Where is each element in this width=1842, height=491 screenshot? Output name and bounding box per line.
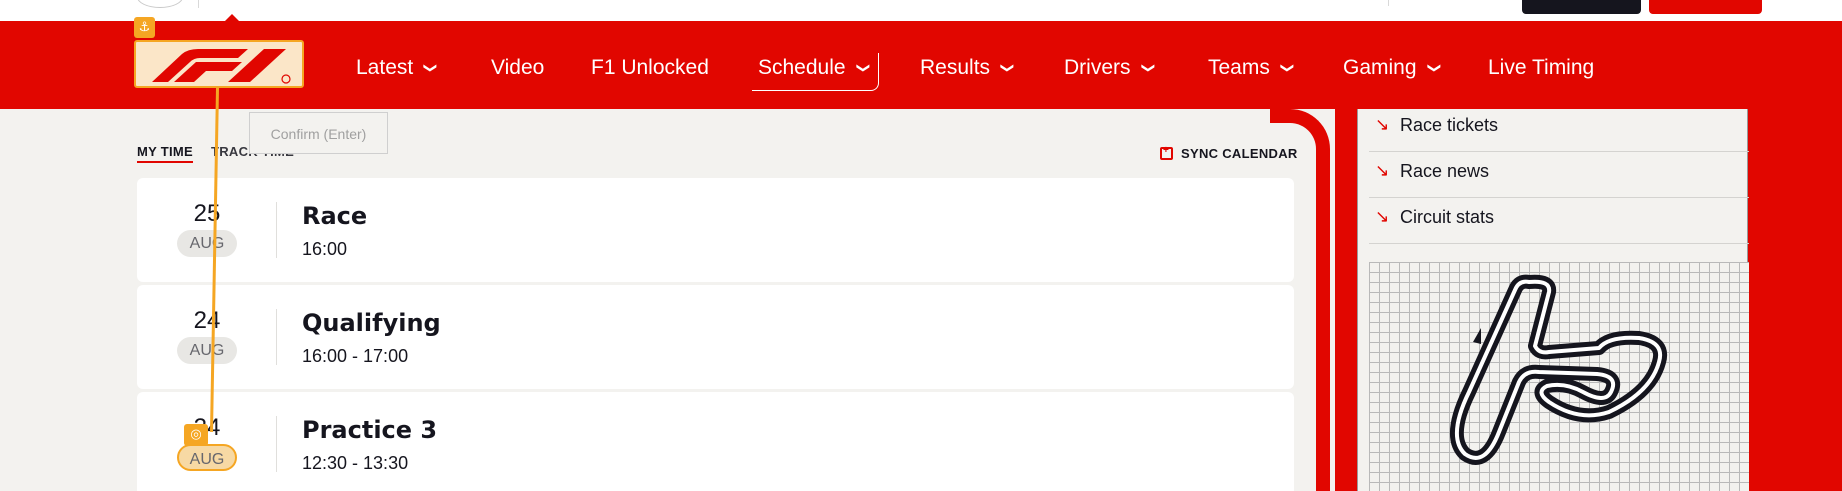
nav-drivers[interactable]: Drivers ❯ [1064,53,1156,83]
divider [276,309,277,365]
content-border-curve [1270,109,1330,491]
session-time: 12:30 - 13:30 [302,453,409,473]
session-month: AUG [177,230,237,257]
arrow-down-right-icon: ↘ [1375,161,1390,180]
subscribe-button[interactable] [1649,0,1762,14]
nav-video[interactable]: Video [491,53,544,83]
divider [276,416,277,472]
circuit-map [1369,262,1749,491]
session-time: 16:00 - 17:00 [302,346,409,366]
chevron-down-icon: ❯ [1140,62,1156,74]
arrow-down-right-icon: ↘ [1375,115,1390,134]
nav-schedule[interactable]: Schedule ❯ [752,53,880,91]
anchor-icon: ⚓ [134,17,155,38]
session-name: Practice 3 [302,416,438,444]
tab-my-time[interactable]: MY TIME [137,144,194,163]
nav-teams[interactable]: Teams ❯ [1208,53,1295,83]
f1-logo[interactable] [134,40,304,88]
sidebar-link-race-news[interactable]: ↘ Race news [1369,152,1749,198]
nav-results[interactable]: Results ❯ [920,53,1015,83]
divider [276,202,277,258]
sign-in-button[interactable] [1522,0,1641,14]
session-day: 24 [193,307,221,334]
confirm-tooltip: Confirm (Enter) [249,112,388,154]
chevron-down-icon: ❯ [1000,62,1016,74]
calendar-plus-icon [1160,145,1173,160]
circuit-track-icon [1449,274,1667,465]
globe-icon[interactable] [137,0,183,8]
chevron-down-icon: ❯ [423,62,439,74]
nav-live-timing[interactable]: Live Timing [1488,53,1594,83]
chevron-down-icon: ❯ [1426,62,1442,74]
target-icon: ◎ [184,424,208,446]
session-name: Qualifying [302,309,441,337]
chevron-down-icon: ❯ [856,62,872,74]
dropdown-notch [225,14,239,21]
sidebar-link-circuit-stats[interactable]: ↘ Circuit stats [1369,198,1749,244]
divider [198,0,199,8]
nav-latest[interactable]: Latest ❯ [356,53,439,83]
session-card-race[interactable]: 25 AUG Race 16:00 [137,178,1294,282]
top-utility-bar [0,0,1842,21]
f1-logo-icon [152,49,291,84]
session-month: AUG [177,337,237,364]
session-card-qualifying[interactable]: 24 AUG Qualifying 16:00 - 17:00 [137,285,1294,389]
session-day: 25 [193,200,221,227]
session-name: Race [302,202,368,230]
sidebar-link-race-tickets[interactable]: ↘ Race tickets [1369,106,1749,152]
session-time: 16:00 [302,239,348,259]
arrow-down-right-icon: ↘ [1375,207,1390,226]
nav-gaming[interactable]: Gaming ❯ [1343,53,1442,83]
session-card-practice-3[interactable]: 24 AUG Practice 3 12:30 - 13:30 [137,392,1294,491]
divider [1388,0,1389,6]
chevron-down-icon: ❯ [1280,62,1296,74]
nav-f1-unlocked[interactable]: F1 Unlocked [591,53,709,83]
session-month: AUG [177,444,237,471]
